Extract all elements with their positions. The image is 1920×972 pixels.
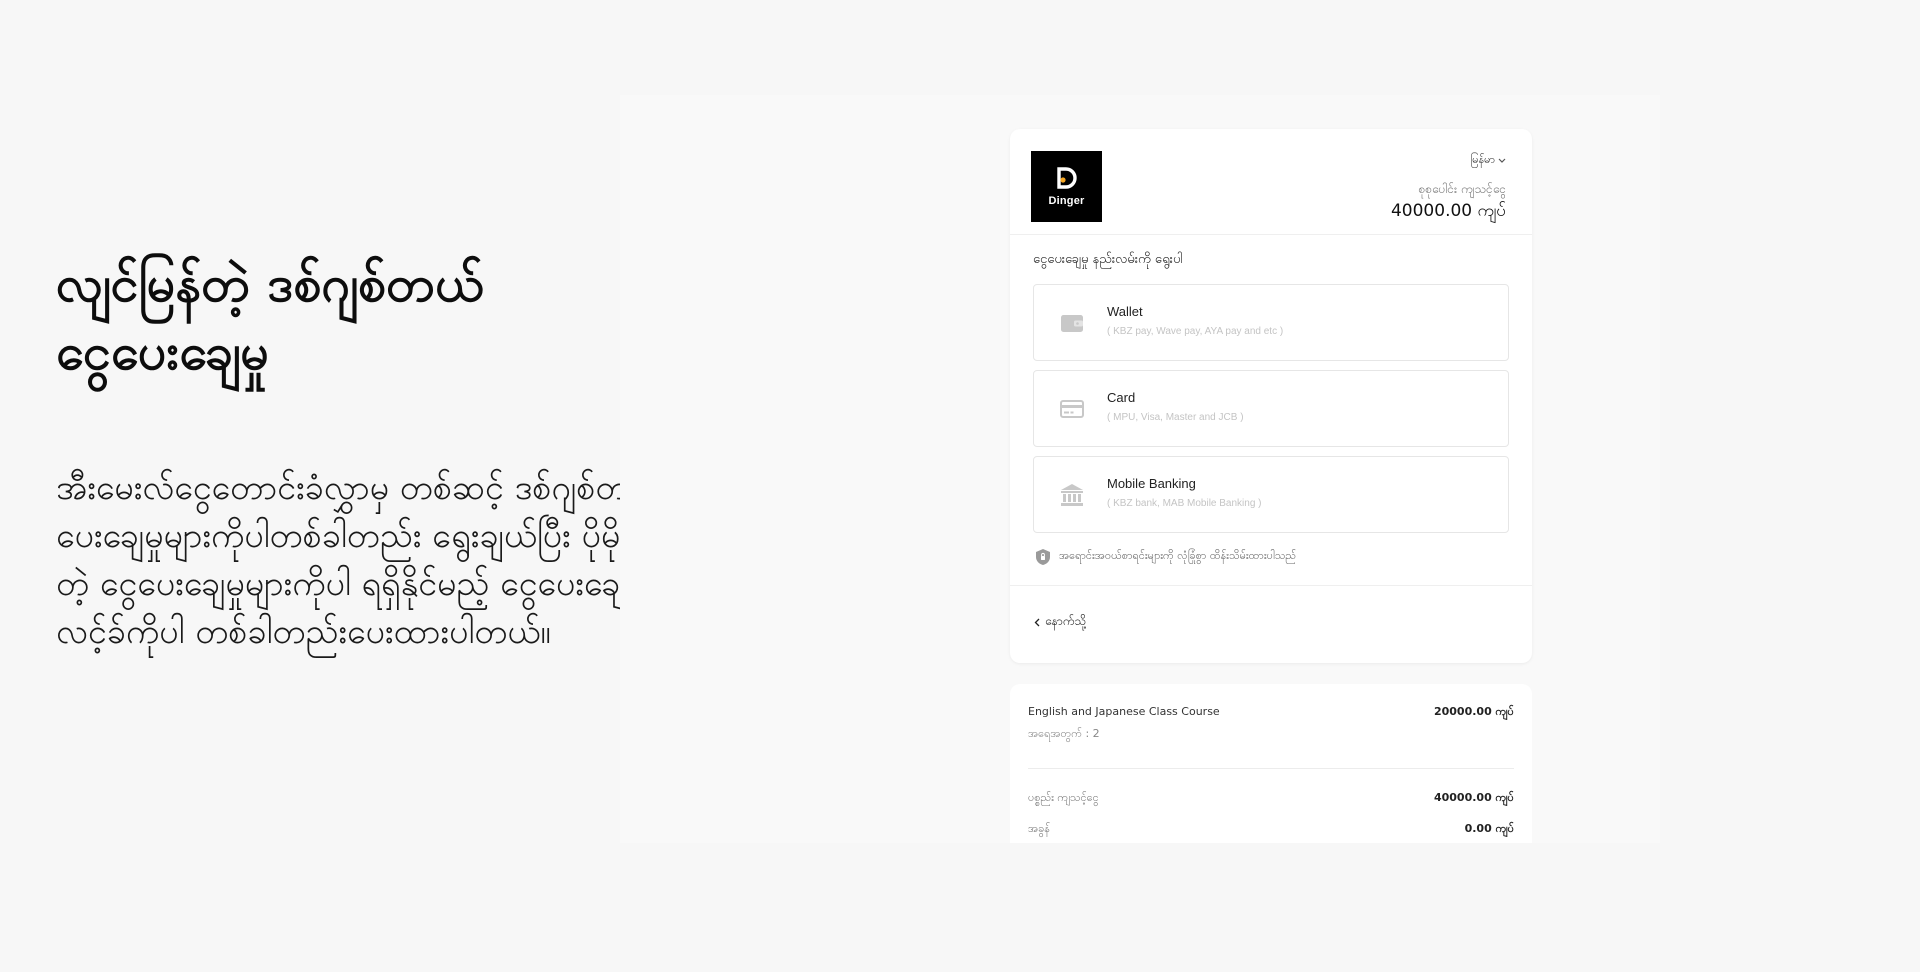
- dinger-logo: Dinger: [1031, 151, 1102, 222]
- chevron-left-icon: [1034, 618, 1040, 626]
- method-description: ( MPU, Visa, Master and JCB ): [1107, 412, 1244, 423]
- hero-title-line2: ငွေပေးချေမှု: [56, 323, 270, 381]
- method-mobile-banking[interactable]: Mobile Banking ( KBZ bank, MAB Mobile Ba…: [1033, 456, 1509, 533]
- secure-note-text: အရောင်းအဝယ်စာရင်းများကို လုံခြုံစွာ ထိန်…: [1059, 549, 1297, 562]
- method-card[interactable]: Card ( MPU, Visa, Master and JCB ): [1033, 370, 1509, 447]
- language-selector[interactable]: မြန်မာ: [1470, 153, 1506, 169]
- logo-text: Dinger: [1048, 194, 1085, 207]
- divider: [1028, 768, 1514, 769]
- order-item-row: English and Japanese Class Course 20000.…: [1028, 705, 1514, 718]
- secure-note: အရောင်းအဝယ်စာရင်းများကို လုံခြုံစွာ ထိန်…: [1035, 548, 1296, 566]
- credit-card-icon: [1060, 400, 1084, 418]
- subtotal-row: ပစ္စည်း ကျသင့်ငွေ 40000.00 ကျပ်: [1028, 791, 1514, 807]
- total-amount: 40000.00 ကျပ်: [1390, 201, 1506, 221]
- payment-card-header: Dinger မြန်မာ စုစုပေါင်း ကျသင့်ငွေ 40000…: [1010, 129, 1532, 235]
- payment-card: Dinger မြန်မာ စုစုပေါင်း ကျသင့်ငွေ 40000…: [1010, 129, 1532, 663]
- method-wallet[interactable]: Wallet ( KBZ pay, Wave pay, AYA pay and …: [1033, 284, 1509, 361]
- order-item-price: 20000.00 ကျပ်: [1433, 705, 1514, 718]
- method-name: Card: [1107, 390, 1136, 405]
- dinger-logo-mark-icon: [1056, 166, 1077, 189]
- back-button[interactable]: နောက်သို့: [1034, 613, 1086, 631]
- choose-method-label: ငွေပေးချေမှု နည်းလမ်းကို ရွေးပါ: [1033, 252, 1183, 267]
- method-description: ( KBZ pay, Wave pay, AYA pay and etc ): [1107, 326, 1284, 337]
- tax-value: 0.00 ကျပ်: [1464, 822, 1514, 835]
- wallet-icon: [1061, 315, 1083, 332]
- chevron-down-icon: [1498, 158, 1506, 163]
- tax-label: အခွန်: [1028, 822, 1050, 835]
- bank-icon: [1061, 484, 1083, 506]
- order-summary-card: English and Japanese Class Course 20000.…: [1010, 684, 1532, 843]
- method-name: Wallet: [1107, 304, 1143, 319]
- divider: [1010, 585, 1532, 586]
- subtotal-value: 40000.00 ကျပ်: [1433, 791, 1514, 804]
- tax-row: အခွန် 0.00 ကျပ်: [1028, 822, 1514, 838]
- total-label: စုစုပေါင်း ကျသင့်ငွေ: [1418, 182, 1506, 196]
- order-item-name: English and Japanese Class Course: [1028, 705, 1220, 718]
- order-quantity: အရေအတွက် : 2: [1028, 727, 1100, 740]
- subtotal-label: ပစ္စည်း ကျသင့်ငွေ: [1028, 791, 1099, 804]
- language-label: မြန်မာ: [1470, 153, 1495, 166]
- hero-title-line1: လျင်မြန်တဲ့ ဒစ်ဂျစ်တယ်: [56, 255, 484, 313]
- back-label: နောက်သို့: [1045, 614, 1087, 628]
- method-description: ( KBZ bank, MAB Mobile Banking ): [1107, 498, 1262, 509]
- method-name: Mobile Banking: [1107, 476, 1196, 491]
- shield-lock-icon: [1036, 549, 1050, 565]
